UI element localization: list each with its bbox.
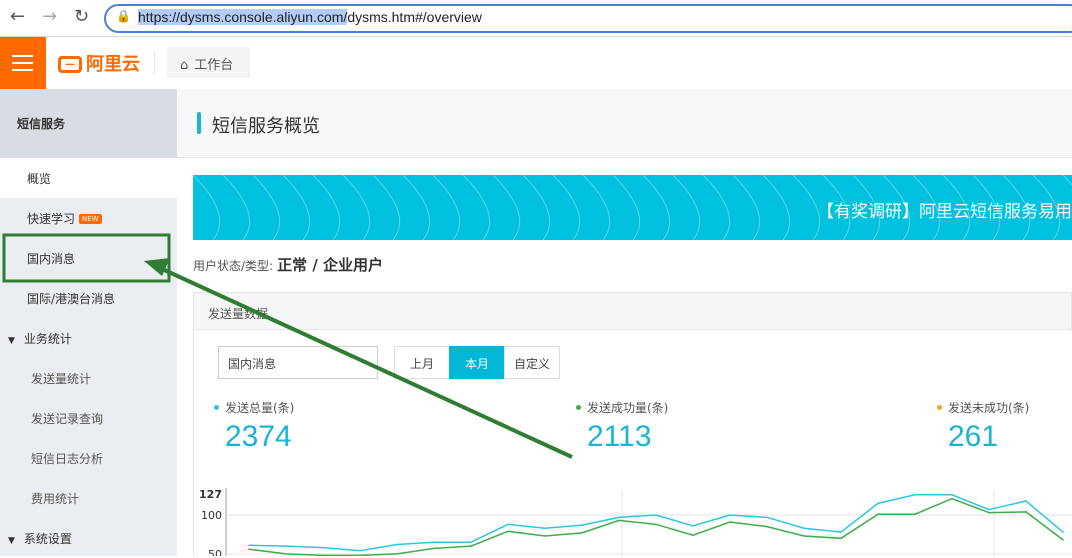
annotation-overlay [2,233,573,459]
arrowhead-icon [144,258,170,276]
highlight-box [2,233,171,283]
annotation-arrow [159,266,573,459]
